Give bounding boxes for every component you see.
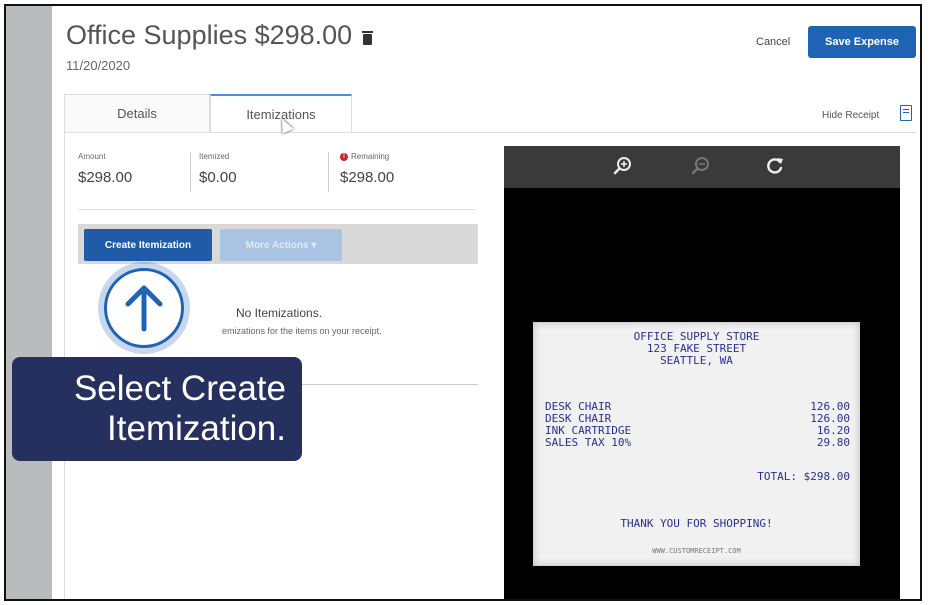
tab-details[interactable]: Details [64, 94, 210, 132]
stat-amount: Amount $298.00 [78, 152, 132, 186]
stat-itemized: Itemized $0.00 [199, 152, 237, 186]
more-actions-button[interactable]: More Actions ▾ [220, 229, 342, 261]
stat-value: $298.00 [78, 169, 133, 186]
save-expense-button[interactable]: Save Expense [808, 26, 916, 58]
stat-label: Amount [78, 152, 106, 161]
trash-icon[interactable] [361, 31, 373, 45]
divider [328, 152, 329, 192]
empty-state-title: No Itemizations. [236, 306, 323, 320]
cancel-button[interactable]: Cancel [750, 35, 796, 49]
stat-value: $298.00 [340, 169, 395, 186]
stat-value: $0.00 [199, 169, 237, 186]
stat-label: Remaining [351, 152, 390, 161]
zoom-in-icon[interactable] [612, 155, 634, 177]
divider [190, 152, 191, 192]
arrow-up-icon [104, 268, 184, 348]
create-itemization-button[interactable]: Create Itemization [84, 229, 212, 261]
empty-state-subtitle: emizations for the items on your receipt… [222, 326, 382, 336]
receipt-thanks: THANK YOU FOR SHOPPING! [620, 517, 773, 530]
page-title: Office Supplies $298.00 [66, 20, 353, 50]
screenshot-frame: Office Supplies $298.00 11/20/2020 Cance… [4, 4, 922, 601]
receipt-icon[interactable] [900, 105, 912, 121]
hide-receipt-link[interactable]: Hide Receipt [822, 110, 879, 121]
receipt-city: SEATTLE, WA [660, 354, 733, 367]
expense-date: 11/20/2020 [66, 58, 131, 73]
amount-summary: Amount $298.00 Itemized $0.00 ! Remaining… [78, 152, 478, 198]
receipt-total: TOTAL: $298.00 [757, 470, 850, 483]
receipt-image: OFFICE SUPPLY STORE 123 FAKE STREET SEAT… [533, 322, 860, 566]
receipt-item-price: 29.80 [816, 436, 850, 449]
callout-line-2: Itemization. [107, 409, 286, 448]
instruction-callout: Select Create Itemization. [12, 357, 302, 461]
tab-underline [64, 132, 916, 133]
zoom-out-icon[interactable] [690, 155, 712, 177]
callout-line-1: Select Create [73, 369, 286, 408]
alert-icon: ! [340, 152, 348, 161]
stat-remaining: ! Remaining $298.00 [340, 152, 394, 186]
left-rail [6, 6, 52, 599]
stat-label-row: ! Remaining [340, 152, 394, 161]
viewer-toolbar [504, 146, 900, 188]
divider [78, 209, 476, 210]
receipt-url: WWW.CUSTOMRECEIPT.COM [652, 547, 741, 555]
stat-label: Itemized [199, 152, 230, 161]
expense-panel: Office Supplies $298.00 11/20/2020 Cance… [12, 6, 920, 599]
receipt-viewer: OFFICE SUPPLY STORE 123 FAKE STREET SEAT… [504, 146, 900, 599]
itemization-toolbar: Create Itemization More Actions ▾ [78, 224, 478, 264]
receipt-item-name: SALES TAX 10% [545, 436, 632, 449]
rotate-icon[interactable] [764, 155, 786, 177]
title-row: Office Supplies $298.00 [66, 20, 373, 51]
arrow-up-glyph [125, 285, 163, 332]
